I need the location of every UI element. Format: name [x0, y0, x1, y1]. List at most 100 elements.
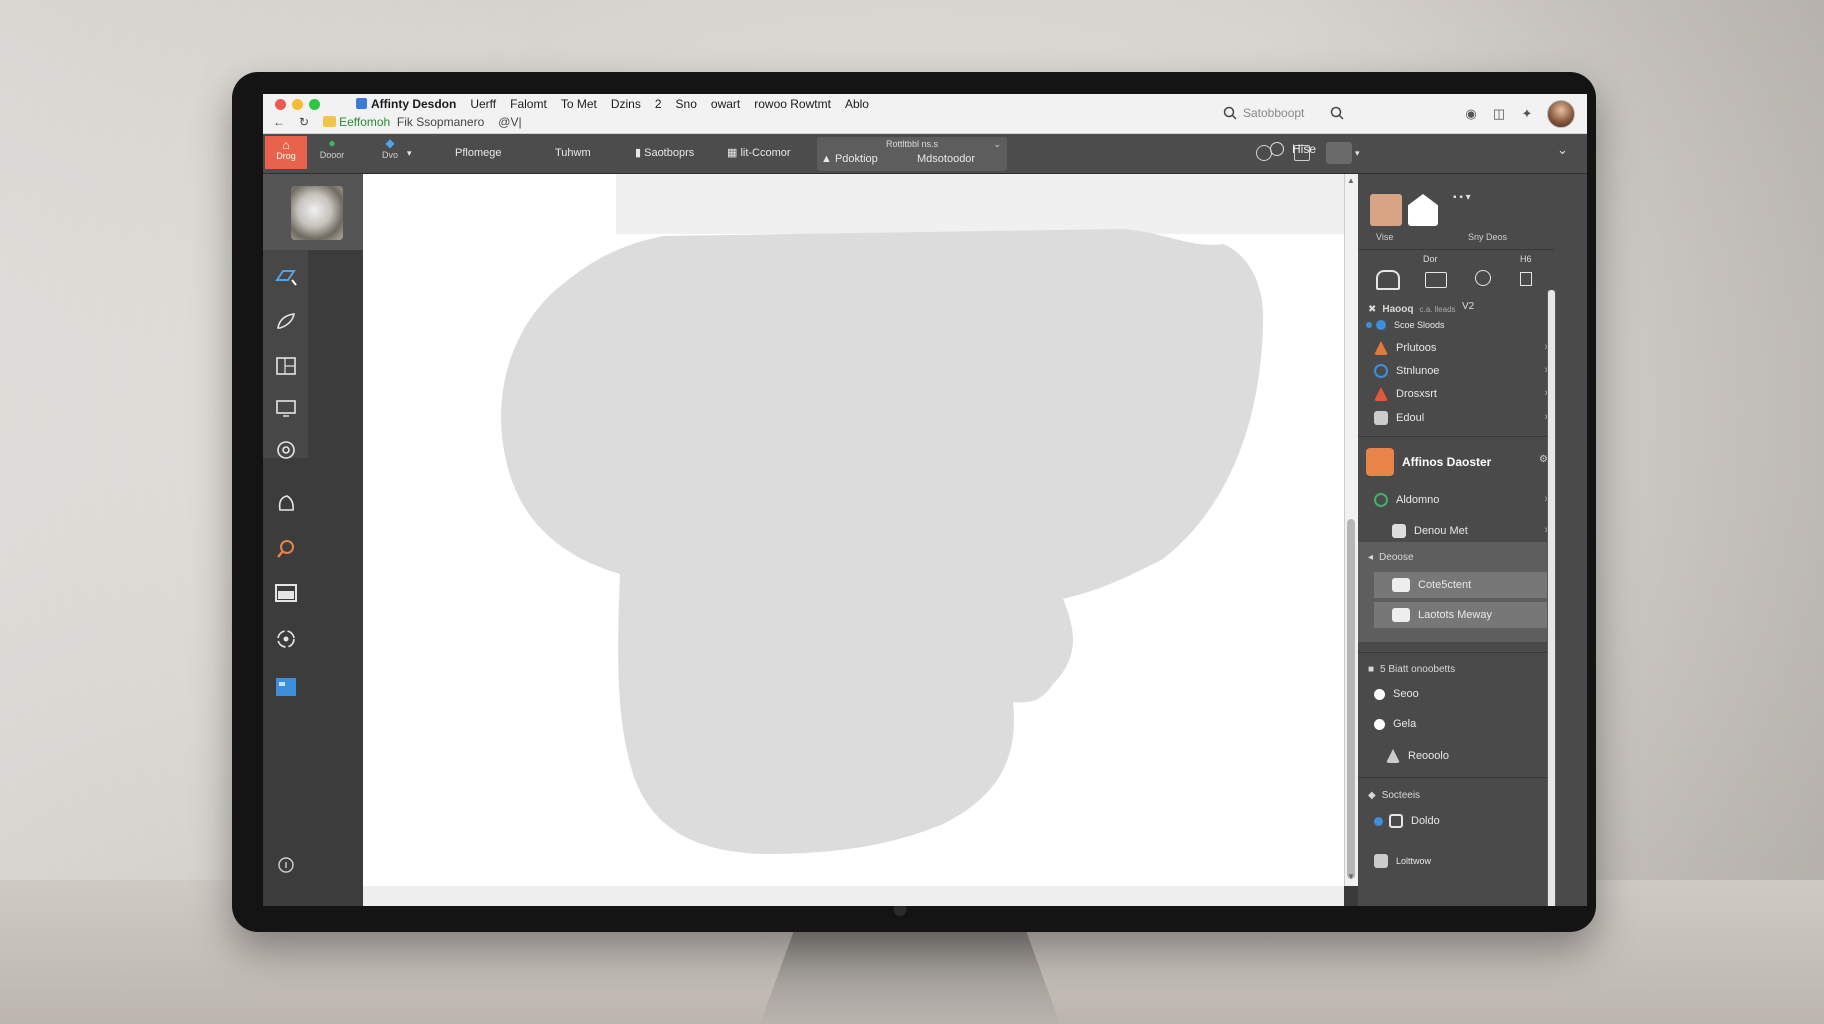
zoom-tool-icon[interactable]	[273, 536, 299, 562]
scrollbar-thumb[interactable]	[1347, 519, 1355, 879]
list-item[interactable]: Denou Met ›	[1358, 520, 1554, 542]
list-item[interactable]: Aldomno ›	[1358, 489, 1554, 511]
list-item[interactable]: Edoul ›	[1358, 407, 1554, 429]
menu-item[interactable]: Ablo	[845, 97, 869, 111]
pin-icon: ◂	[1368, 551, 1374, 563]
search-icon[interactable]	[1330, 106, 1344, 120]
section-header[interactable]: ■ 5 Biatt onoobetts	[1358, 658, 1554, 680]
menu-item[interactable]: 2	[655, 97, 662, 111]
history-icon	[1270, 142, 1284, 156]
arrow-icon	[1374, 854, 1388, 868]
document-icon[interactable]	[1408, 194, 1438, 226]
document-button[interactable]: ● Dooor	[315, 137, 349, 161]
menu-item[interactable]: owart	[711, 97, 740, 111]
canvas-shape[interactable]	[363, 174, 1344, 886]
artboard[interactable]	[363, 174, 1344, 886]
rotate-tool-icon[interactable]	[273, 626, 299, 652]
list-item[interactable]: Laotots Meway	[1374, 602, 1554, 628]
tool-header: Dor	[1423, 254, 1438, 264]
document-thumbnail-area	[263, 174, 363, 250]
canvas-vertical-scrollbar[interactable]: ▲ ▼	[1344, 174, 1358, 886]
color-swatch-icon[interactable]	[273, 674, 299, 700]
pen-tool-icon[interactable]	[273, 308, 299, 334]
stack-icon	[1392, 578, 1410, 592]
list-item[interactable]: Drosxsrt ›	[1358, 383, 1554, 405]
pin-icon[interactable]: ✦	[1519, 106, 1535, 122]
back-arrow-icon[interactable]: ←	[273, 115, 285, 129]
chevron-down-icon[interactable]: ⌄	[993, 139, 1001, 150]
title-bar: Affinty Desdon Uerff Falomt To Met Dzins…	[263, 94, 1587, 134]
list-item[interactable]: Prlutoos ›	[1358, 337, 1554, 359]
toolbar-button-2[interactable]: Tuhwm	[555, 141, 591, 165]
move-tool-icon[interactable]	[273, 264, 299, 290]
toolbar-group: Rottltbbl ns.s ⌄ ▲ Pdoktiop Mdsotoodor	[817, 137, 1007, 171]
image-tool-icon[interactable]	[273, 580, 299, 606]
chevron-down-icon[interactable]: ▾	[1355, 141, 1360, 165]
menu-item[interactable]: rowoo Rowtmt	[754, 97, 831, 111]
search-field[interactable]: Satobboopt	[1223, 102, 1413, 124]
app-icon	[356, 98, 367, 109]
notification-icon[interactable]: ◉	[1463, 106, 1479, 122]
list-item[interactable]: Reooolo	[1358, 745, 1554, 767]
list-item[interactable]: Stnlunoe ›	[1358, 360, 1554, 382]
divider	[1358, 436, 1554, 437]
toolbar-button-1[interactable]: Pflomege	[455, 141, 501, 165]
scroll-up-arrow-icon[interactable]: ▲	[1347, 176, 1355, 185]
scrollbar-thumb[interactable]	[1548, 290, 1555, 906]
clock-icon	[1389, 814, 1403, 828]
expand-icon[interactable]	[1520, 272, 1532, 286]
chevron-down-icon[interactable]: ▾	[407, 141, 412, 165]
menu-app-name[interactable]: Affinty Desdon	[356, 97, 456, 111]
minimize-window-button[interactable]	[292, 99, 303, 110]
toolbar-button-4[interactable]: ▦ lit-Ccomor	[727, 141, 791, 165]
lock-icon[interactable]	[1376, 270, 1400, 290]
share-icon[interactable]: ◫	[1491, 106, 1507, 122]
list-item[interactable]: Cote5ctent	[1374, 572, 1554, 598]
gear-icon[interactable]	[273, 437, 299, 463]
menu-item[interactable]: Dzins	[611, 97, 641, 111]
list-item[interactable]: Gela	[1358, 713, 1554, 735]
list-item[interactable]: Doldo	[1358, 810, 1554, 832]
section-header[interactable]: ◂ Deoose	[1358, 546, 1554, 568]
menu-item[interactable]: Falomt	[510, 97, 547, 111]
toolbar-button-3[interactable]: ▮ Saotboprs	[635, 141, 694, 165]
close-window-button[interactable]	[275, 99, 286, 110]
toolbar-button-6[interactable]: Mdsotoodor	[917, 149, 975, 173]
refresh-icon[interactable]: ↻	[299, 115, 309, 129]
avatar[interactable]	[1547, 100, 1575, 128]
highlight-header[interactable]: Affinos Daoster ⚙	[1358, 444, 1554, 480]
list-item[interactable]: Scoe Sloods	[1358, 316, 1554, 334]
menu-item[interactable]: Uerff	[470, 97, 496, 111]
tool-column	[263, 174, 363, 906]
chevron-down-icon[interactable]: ⌄	[1557, 142, 1568, 158]
tool-mode-button[interactable]	[1326, 142, 1352, 164]
frame-tool-icon[interactable]	[273, 353, 299, 379]
panel-tab[interactable]: Hise	[1270, 142, 1316, 156]
item-icon	[1374, 387, 1388, 401]
document-thumbnail[interactable]	[291, 186, 343, 240]
zoom-window-button[interactable]	[309, 99, 320, 110]
shape-tool-icon[interactable]	[273, 490, 299, 516]
list-item-cutoff[interactable]: Lolttwow	[1358, 850, 1554, 872]
canvas-area[interactable]	[363, 174, 1344, 906]
home-button[interactable]: ⌂ Drog	[265, 136, 307, 169]
list-item[interactable]: Seoo	[1358, 683, 1554, 705]
swatch-peach[interactable]	[1370, 194, 1402, 226]
scroll-down-arrow-icon[interactable]: ▼	[1347, 872, 1355, 881]
menu-item[interactable]: Sno	[676, 97, 697, 111]
layers-icon[interactable]	[1425, 272, 1447, 288]
artboard-tool-icon[interactable]	[273, 395, 299, 421]
right-panel-scrollbar[interactable]	[1547, 290, 1556, 906]
app-toolbar: ⌂ Drog ● Dooor ◆ Dvo ▾ Pflomege Tuhwm ▮ …	[263, 134, 1587, 174]
info-icon[interactable]	[273, 852, 299, 878]
view-button[interactable]: ◆ Dvo	[375, 137, 405, 161]
section-header[interactable]: ◆ Socteeis	[1358, 784, 1554, 806]
small-icons-cluster[interactable]: ▪ ▪ ▾	[1453, 192, 1471, 203]
search-icon[interactable]	[1475, 270, 1491, 286]
toolbar-button-5[interactable]: ▲ Pdoktiop	[821, 149, 878, 173]
green-dot-icon: ●	[328, 136, 336, 150]
menu-item[interactable]: To Met	[561, 97, 597, 111]
path-breadcrumb[interactable]: Eeffomoh Fik Ssopmanero	[323, 115, 484, 129]
drop-icon: ◆	[385, 136, 395, 150]
item-icon	[1374, 411, 1388, 425]
